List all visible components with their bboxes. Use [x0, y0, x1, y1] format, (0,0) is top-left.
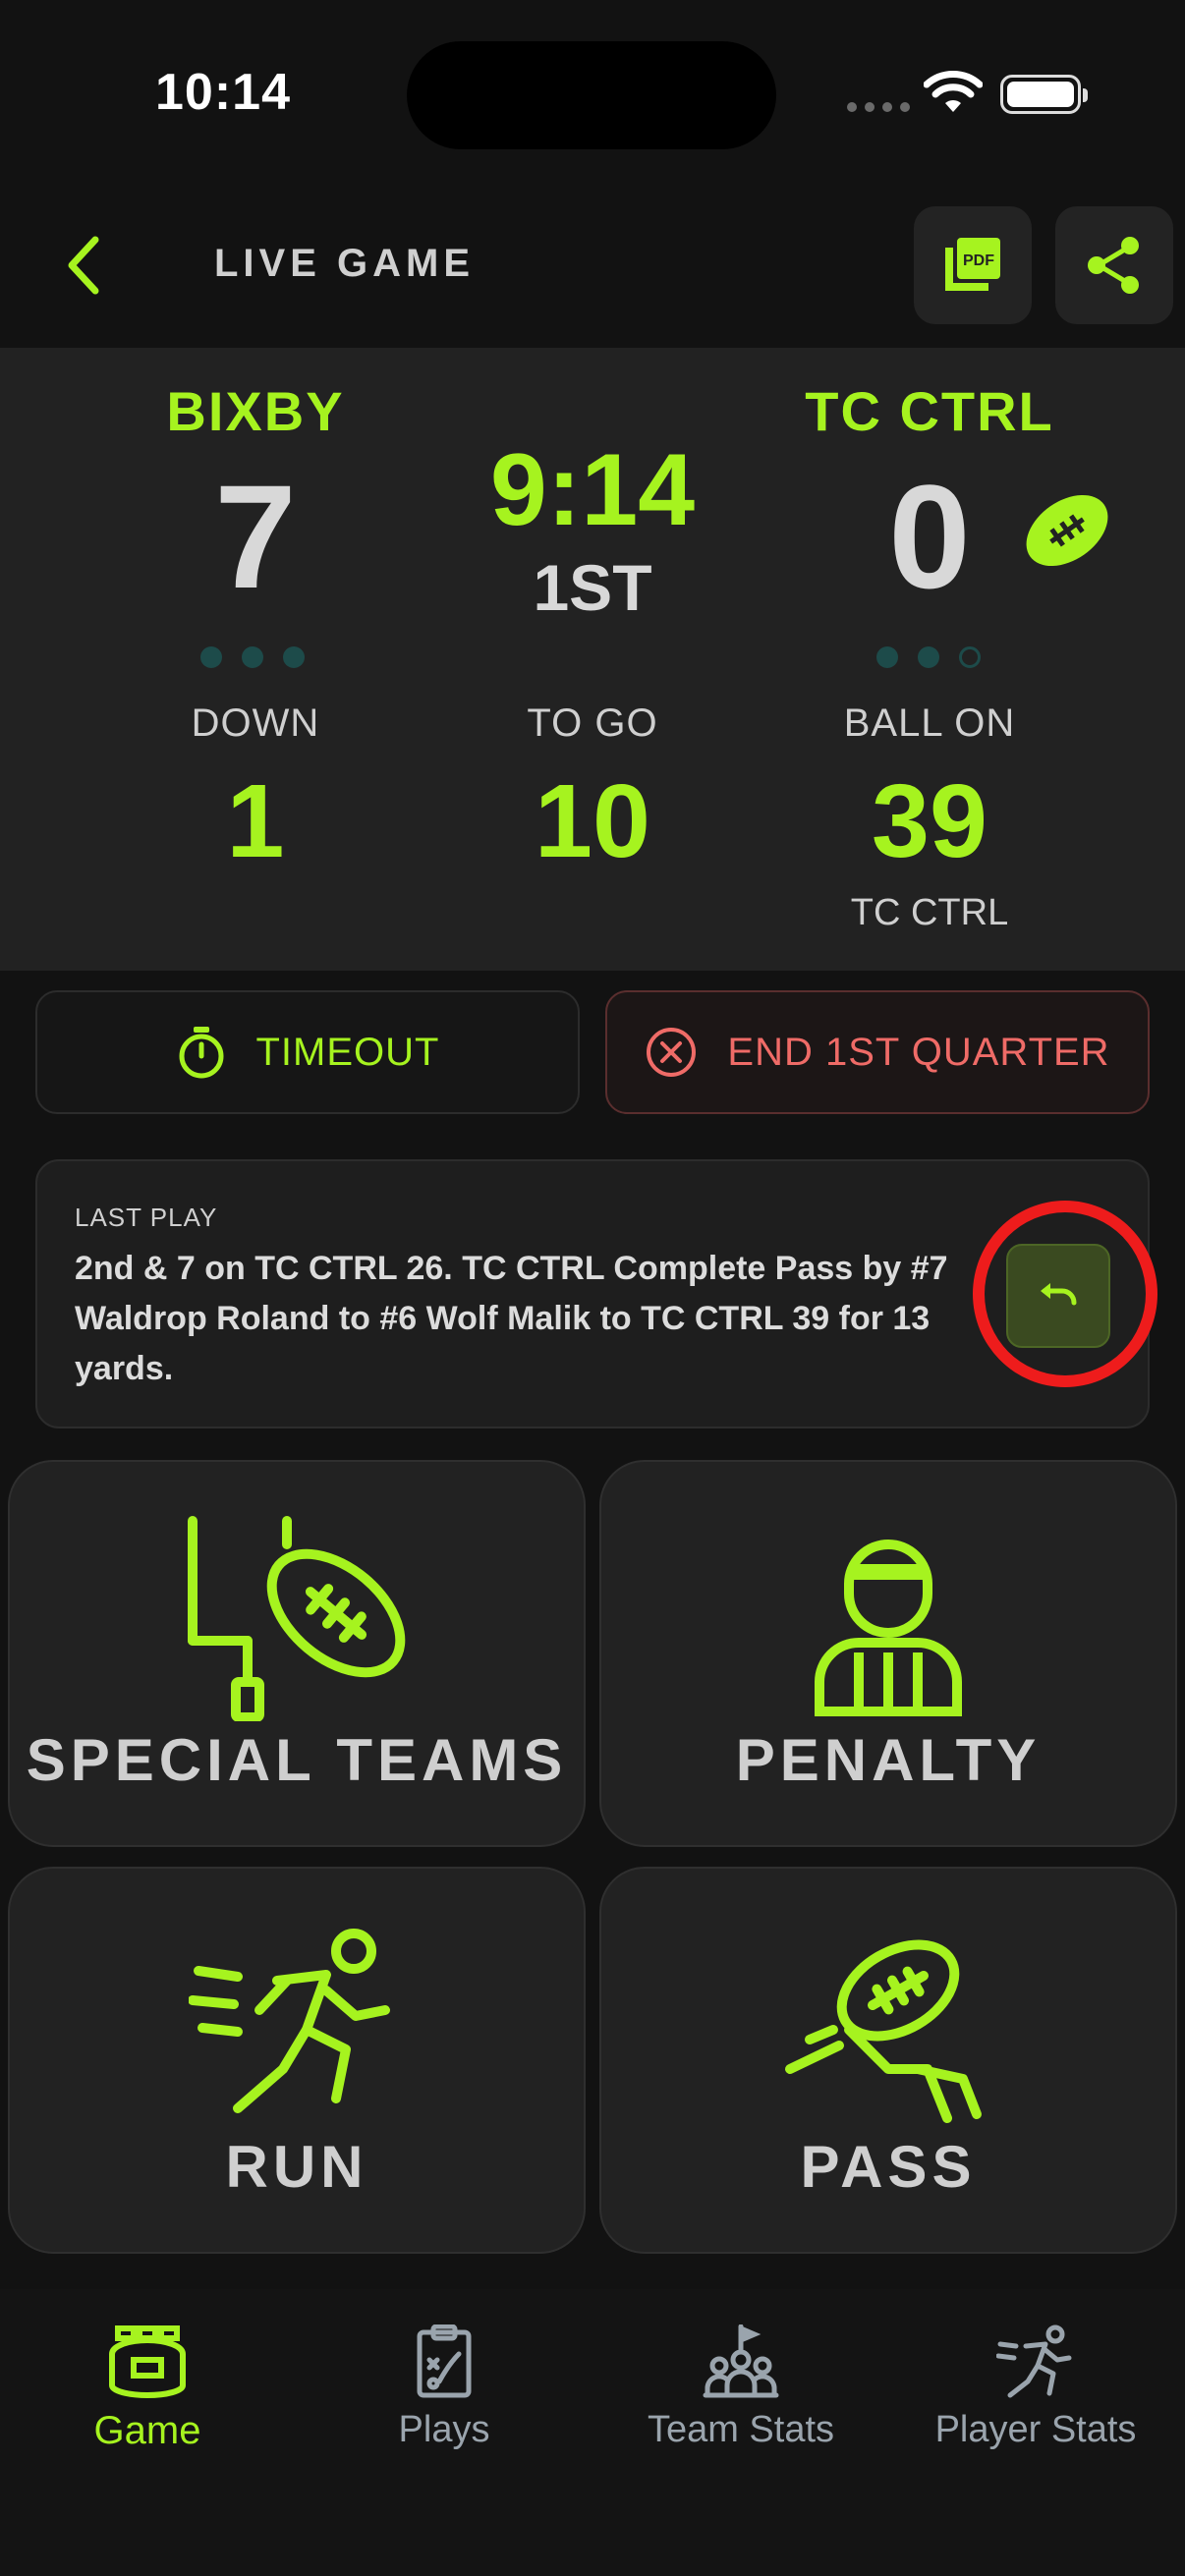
player-runner-icon [996, 2324, 1072, 2398]
nav-game-label: Game [93, 2409, 201, 2452]
nav-plays-label: Plays [398, 2409, 490, 2450]
share-icon [1088, 237, 1139, 294]
home-score: 7 [214, 454, 297, 619]
away-timeouts [876, 646, 981, 668]
pdf-icon: PDF [945, 238, 1000, 291]
end-quarter-button[interactable]: END 1ST QUARTER [605, 990, 1150, 1114]
stadium-icon [109, 2325, 186, 2398]
timeout-dot [242, 646, 263, 668]
page-title: LIVE GAME [214, 242, 476, 285]
nav-player-stats-label: Player Stats [934, 2409, 1137, 2450]
last-play-label: LAST PLAY [75, 1203, 218, 1232]
timeout-dot-used [959, 646, 981, 668]
down-value: 1 [226, 763, 285, 879]
special-teams-label: SPECIAL TEAMS [26, 1727, 568, 1793]
ball-on-label: BALL ON [843, 701, 1016, 745]
quarter: 1ST [533, 551, 652, 624]
nav-team-stats-label: Team Stats [647, 2409, 835, 2450]
nav-plays[interactable]: Plays [297, 2324, 592, 2451]
timeout-button[interactable]: TIMEOUT [35, 990, 580, 1114]
game-clock: 9:14 [489, 433, 696, 547]
timeout-dot [200, 646, 222, 668]
ball-on-team: TC CTRL [850, 892, 1009, 933]
referee-icon [815, 1540, 962, 1716]
nav-game[interactable]: Game [0, 2324, 295, 2453]
back-button[interactable] [49, 226, 118, 305]
timeout-dot [918, 646, 939, 668]
clipboard-play-icon [417, 2324, 472, 2398]
wifi-icon [924, 71, 983, 112]
home-team-name: BIXBY [166, 380, 345, 442]
battery-icon [1000, 75, 1088, 114]
home-timeouts [200, 646, 305, 668]
cellular-signal-icon [847, 102, 910, 112]
penalty-tile[interactable]: PENALTY [599, 1460, 1177, 1847]
dynamic-island [407, 41, 776, 149]
status-time: 10:14 [155, 64, 291, 121]
undo-icon [1041, 1283, 1077, 1306]
special-teams-tile[interactable]: SPECIAL TEAMS [8, 1460, 586, 1847]
run-tile[interactable]: RUN [8, 1867, 586, 2254]
runner-icon [189, 1929, 390, 2113]
run-label: RUN [225, 2134, 368, 2200]
away-team-name: TC CTRL [805, 380, 1054, 442]
last-play-text: 2nd & 7 on TC CTRL 26. TC CTRL Complete … [75, 1250, 948, 1387]
stopwatch-icon [179, 1027, 223, 1079]
to-go-value: 10 [535, 763, 650, 879]
close-circle-icon [647, 1028, 697, 1077]
undo-button[interactable] [1006, 1244, 1110, 1348]
possession-football-icon [1026, 494, 1108, 567]
to-go-label: TO GO [527, 701, 658, 745]
timeout-label: TIMEOUT [255, 1030, 440, 1074]
status-bar: 10:14 [0, 0, 1185, 187]
pass-label: PASS [800, 2134, 977, 2200]
end-quarter-label: END 1ST QUARTER [727, 1030, 1110, 1074]
ball-on-value: 39 [872, 763, 988, 879]
export-pdf-button[interactable]: PDF [914, 206, 1032, 324]
team-icon [703, 2324, 779, 2398]
share-button[interactable] [1055, 206, 1173, 324]
timeout-dot [283, 646, 305, 668]
last-play-card: LAST PLAY 2nd & 7 on TC CTRL 26. TC CTRL… [35, 1159, 1150, 1428]
chevron-left-icon [68, 236, 99, 295]
special-teams-icon [188, 1516, 406, 1721]
nav-player-stats[interactable]: Player Stats [888, 2324, 1183, 2451]
bottom-nav: Game Plays Team Stats Player Stats [0, 2289, 1185, 2576]
nav-team-stats[interactable]: Team Stats [593, 2324, 888, 2451]
pass-icon [785, 1939, 982, 2123]
pass-tile[interactable]: PASS [599, 1867, 1177, 2254]
timeout-dot [876, 646, 898, 668]
penalty-label: PENALTY [735, 1727, 1042, 1793]
down-label: DOWN [191, 701, 320, 745]
svg-text:PDF: PDF [963, 252, 994, 269]
